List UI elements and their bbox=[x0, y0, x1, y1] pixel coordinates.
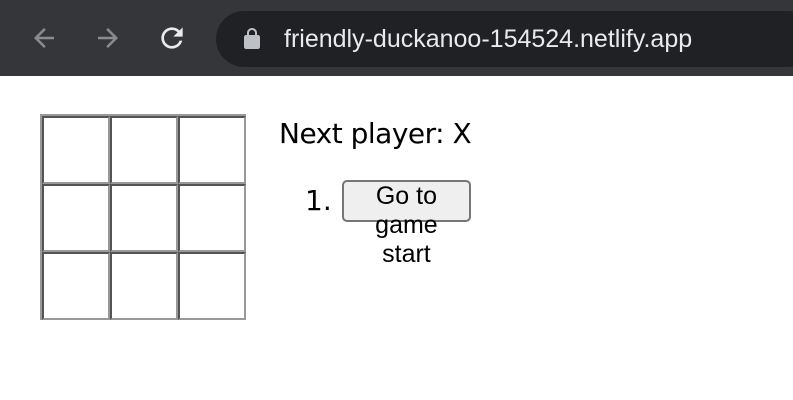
board-square[interactable] bbox=[178, 116, 246, 184]
forward-button[interactable] bbox=[88, 18, 128, 58]
arrow-right-icon bbox=[98, 28, 118, 48]
browser-toolbar: friendly-duckanoo-154524.netlify.app bbox=[0, 0, 793, 76]
address-bar[interactable]: friendly-duckanoo-154524.netlify.app bbox=[216, 11, 793, 67]
board-row bbox=[42, 252, 246, 320]
move-history-list: 1. Go to game start bbox=[305, 180, 472, 268]
move-history-item: 1. Go to game start bbox=[305, 180, 472, 268]
board-square[interactable] bbox=[42, 252, 110, 320]
reload-icon bbox=[161, 27, 183, 49]
board-square[interactable] bbox=[178, 252, 246, 320]
board-square[interactable] bbox=[110, 116, 178, 184]
board-square[interactable] bbox=[110, 252, 178, 320]
url-text: friendly-duckanoo-154524.netlify.app bbox=[284, 25, 693, 53]
go-to-game-start-button[interactable]: Go to game start bbox=[341, 180, 472, 268]
board-square[interactable] bbox=[42, 184, 110, 252]
game-info: Next player: X 1. Go to game start bbox=[279, 116, 472, 268]
board-square[interactable] bbox=[42, 116, 110, 184]
lock-icon[interactable] bbox=[240, 27, 264, 51]
reload-button[interactable] bbox=[152, 18, 192, 58]
board-row bbox=[42, 116, 246, 184]
arrow-left-icon bbox=[34, 28, 54, 48]
game-status: Next player: X bbox=[279, 117, 472, 150]
board-square[interactable] bbox=[110, 184, 178, 252]
move-number: 1. bbox=[305, 184, 332, 217]
game-board bbox=[40, 114, 246, 320]
board-square[interactable] bbox=[178, 184, 246, 252]
board-row bbox=[42, 184, 246, 252]
back-button[interactable] bbox=[24, 18, 64, 58]
